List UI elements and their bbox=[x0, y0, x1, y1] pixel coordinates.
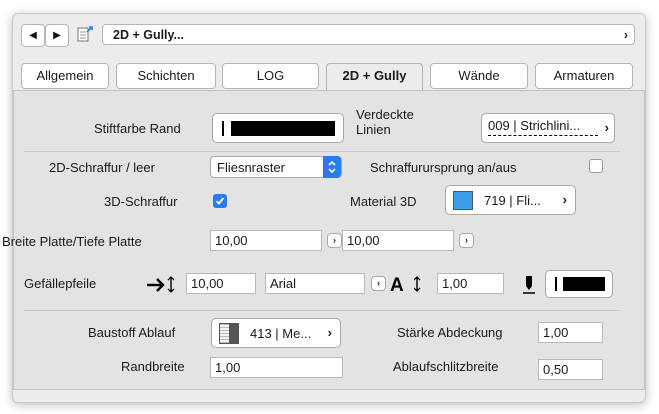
chevron-right-icon[interactable]: › bbox=[327, 233, 342, 248]
chevron-right-icon: › bbox=[562, 192, 567, 207]
material-3d-button[interactable]: 719 | Fli... › bbox=[445, 185, 576, 215]
schraffur-3d-checkbox[interactable] bbox=[213, 194, 227, 208]
schraffurursprung-checkbox[interactable] bbox=[589, 159, 603, 173]
divider bbox=[24, 151, 620, 152]
font-size-icon: A bbox=[389, 274, 435, 296]
schraffur-3d-label: 3D-Schraffur bbox=[104, 194, 178, 209]
ablaufschlitzbreite-input[interactable]: 0,50 bbox=[538, 359, 603, 380]
tab-2d-gully[interactable]: 2D + Gully bbox=[326, 63, 423, 92]
gefaelle-length-input[interactable]: 10,00 bbox=[186, 273, 256, 294]
forward-icon: ▶ bbox=[53, 30, 61, 41]
pen-line-icon bbox=[222, 121, 224, 136]
randbreite-input[interactable]: 1,00 bbox=[210, 357, 343, 378]
chevron-right-icon: › bbox=[327, 325, 332, 340]
font-input[interactable]: Arial bbox=[265, 273, 365, 294]
pen-icon[interactable] bbox=[522, 275, 536, 295]
chevron-right-icon: › bbox=[623, 28, 628, 42]
document-arrow-icon[interactable] bbox=[74, 23, 96, 45]
line-type-button[interactable]: 009 | Strichlini... › bbox=[481, 113, 615, 143]
arrow-pen-color-button[interactable] bbox=[545, 270, 613, 298]
tab-label: Allgemein bbox=[36, 68, 94, 83]
pen-color-button[interactable] bbox=[212, 113, 344, 143]
pen-line-icon bbox=[555, 277, 557, 291]
svg-text:A: A bbox=[390, 275, 404, 294]
breite-tiefe-label: Breite Platte/Tiefe Platte bbox=[2, 234, 142, 249]
forward-button[interactable]: ▶ bbox=[45, 24, 69, 47]
staerke-abdeckung-input[interactable]: 1,00 bbox=[538, 322, 603, 343]
material-3d-value: 719 | Fli... bbox=[484, 193, 541, 208]
staerke-abdeckung-label: Stärke Abdeckung bbox=[397, 325, 503, 340]
arrow-length-icon bbox=[146, 275, 180, 293]
chevron-right-icon[interactable]: › bbox=[371, 276, 386, 291]
tab-label: Schichten bbox=[137, 68, 195, 83]
baustoff-value: 413 | Me... bbox=[250, 326, 312, 341]
tab-label: 2D + Gully bbox=[342, 68, 407, 83]
tab-label: LOG bbox=[256, 68, 285, 83]
nav-title: 2D + Gully... bbox=[113, 28, 184, 42]
pen-color-swatch bbox=[563, 277, 605, 291]
ablaufschlitzbreite-label: Ablaufschlitzbreite bbox=[393, 359, 499, 374]
tiefe-platte-input[interactable]: 10,00 bbox=[342, 230, 454, 251]
baustoff-ablauf-label: Baustoff Ablauf bbox=[88, 325, 176, 340]
tab-armaturen[interactable]: Armaturen bbox=[535, 63, 633, 89]
tab-schichten[interactable]: Schichten bbox=[116, 63, 216, 89]
chevron-right-icon[interactable]: › bbox=[459, 233, 474, 248]
tab-label: Armaturen bbox=[553, 68, 615, 83]
schraffur-2d-select[interactable]: Fliesnraster bbox=[210, 156, 342, 178]
randbreite-label: Randbreite bbox=[121, 359, 185, 374]
stiftfarbe-label: Stiftfarbe Rand bbox=[94, 121, 181, 136]
pen-color-swatch bbox=[231, 121, 335, 136]
back-button[interactable]: ◀ bbox=[21, 24, 45, 47]
font-size-input[interactable]: 1,00 bbox=[437, 273, 504, 294]
tab-log[interactable]: LOG bbox=[222, 63, 319, 89]
divider bbox=[24, 310, 620, 311]
tab-label: Wände bbox=[458, 68, 500, 83]
material-color-swatch bbox=[453, 191, 473, 210]
gefaellepfeile-label: Gefällepfeile bbox=[24, 276, 97, 291]
material-3d-label: Material 3D bbox=[350, 194, 417, 209]
schraffurursprung-label: Schraffurursprung an/aus bbox=[370, 160, 517, 175]
tab-allgemein[interactable]: Allgemein bbox=[21, 63, 109, 89]
dashed-line-icon bbox=[488, 135, 598, 136]
schraffur-2d-value: Fliesnraster bbox=[217, 160, 285, 175]
baustoff-button[interactable]: 413 | Me... › bbox=[211, 318, 341, 348]
chevron-right-icon: › bbox=[604, 120, 609, 135]
line-type-value: 009 | Strichlini... bbox=[488, 118, 581, 133]
nav-title-bar[interactable]: 2D + Gully... › bbox=[102, 24, 635, 45]
back-icon: ◀ bbox=[29, 30, 37, 41]
verdeckte-linien-label: Verdeckte Linien bbox=[356, 107, 414, 137]
breite-platte-input[interactable]: 10,00 bbox=[210, 230, 322, 251]
schraffur-2d-label: 2D-Schraffur / leer bbox=[49, 160, 155, 175]
material-hatch-swatch bbox=[219, 323, 239, 344]
select-stepper-icon bbox=[323, 156, 341, 178]
tab-waende[interactable]: Wände bbox=[430, 63, 528, 89]
